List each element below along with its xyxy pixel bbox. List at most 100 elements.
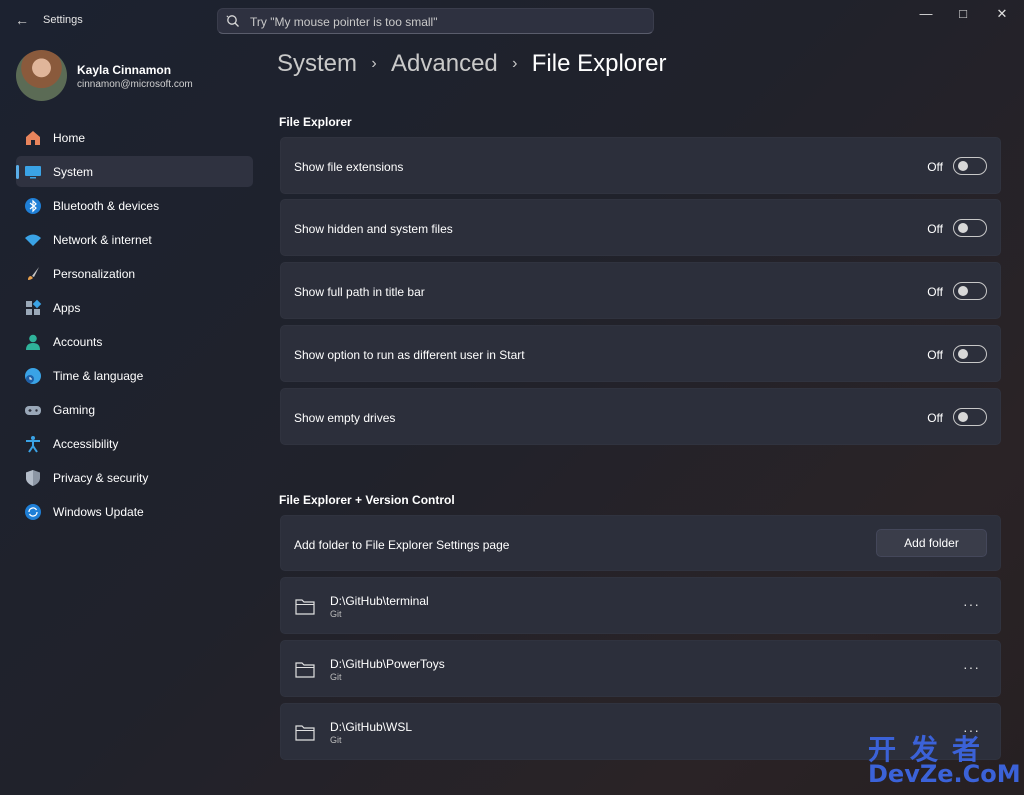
update-icon bbox=[25, 504, 41, 520]
setting-show-empty-drives: Show empty drives Off bbox=[280, 388, 1001, 445]
back-arrow-icon: ← bbox=[15, 12, 29, 28]
show-empty-drives-toggle[interactable] bbox=[953, 408, 987, 426]
show-file-extensions-toggle[interactable] bbox=[953, 157, 987, 175]
toggle-knob bbox=[958, 349, 968, 359]
globe-clock-icon bbox=[25, 368, 41, 384]
section-title-version-control: File Explorer + Version Control bbox=[279, 493, 455, 507]
wifi-icon bbox=[25, 234, 41, 246]
folder-path: D:\GitHub\terminal bbox=[330, 594, 429, 608]
folder-type: Git bbox=[330, 735, 342, 745]
shield-icon bbox=[26, 470, 40, 486]
sidebar-item-label: System bbox=[53, 165, 94, 179]
close-icon: ✕ bbox=[996, 6, 1008, 21]
sidebar-item-label: Privacy & security bbox=[53, 471, 149, 485]
setting-label: Show full path in title bar bbox=[294, 285, 425, 299]
sidebar-item-accessibility[interactable]: Accessibility bbox=[16, 428, 253, 459]
sidebar-item-label: Network & internet bbox=[53, 233, 152, 247]
breadcrumb-system[interactable]: System bbox=[277, 50, 357, 78]
run-as-different-user-toggle[interactable] bbox=[953, 345, 987, 363]
close-button[interactable]: ✕ bbox=[982, 4, 1022, 24]
accessibility-icon bbox=[26, 436, 40, 453]
toggle-state-label: Off bbox=[927, 411, 943, 425]
search-box[interactable]: Try "My mouse pointer is too small" bbox=[217, 8, 654, 34]
breadcrumb: System › Advanced › File Explorer bbox=[277, 50, 666, 82]
folder-path: D:\GitHub\PowerToys bbox=[330, 657, 445, 671]
breadcrumb-advanced[interactable]: Advanced bbox=[391, 50, 498, 78]
sidebar-item-label: Apps bbox=[53, 301, 81, 315]
watermark-en: DevZe.CoM bbox=[868, 760, 1021, 788]
sidebar-item-bluetooth[interactable]: Bluetooth & devices bbox=[16, 190, 253, 221]
folder-row-powertoys[interactable]: D:\GitHub\PowerToys Git ··· bbox=[280, 640, 1001, 697]
more-options-button[interactable]: ··· bbox=[963, 596, 980, 612]
sidebar-item-label: Accounts bbox=[53, 335, 103, 349]
app-title: Settings bbox=[43, 14, 83, 26]
user-profile[interactable]: Kayla Cinnamon cinnamon@microsoft.com bbox=[16, 50, 256, 102]
sidebar-item-label: Accessibility bbox=[53, 437, 119, 451]
chevron-right-icon: › bbox=[512, 55, 518, 72]
sidebar-item-time-language[interactable]: Time & language bbox=[16, 360, 253, 391]
folder-icon bbox=[295, 599, 315, 615]
toggle-state-label: Off bbox=[927, 222, 943, 236]
sidebar-item-windows-update[interactable]: Windows Update bbox=[16, 496, 253, 527]
monitor-icon bbox=[25, 166, 41, 179]
toggle-state-label: Off bbox=[927, 285, 943, 299]
sidebar-nav: Home System Bluetooth & devices Network … bbox=[16, 122, 253, 530]
show-full-path-toggle[interactable] bbox=[953, 282, 987, 300]
sidebar-item-gaming[interactable]: Gaming bbox=[16, 394, 253, 425]
add-folder-button[interactable]: Add folder bbox=[876, 529, 987, 557]
user-email: cinnamon@microsoft.com bbox=[77, 79, 193, 90]
folder-type: Git bbox=[330, 672, 342, 682]
brush-icon bbox=[28, 267, 39, 280]
title-bar: ← Settings Try "My mouse pointer is too … bbox=[0, 0, 1024, 40]
folder-path: D:\GitHub\WSL bbox=[330, 720, 413, 734]
section-title-file-explorer: File Explorer bbox=[279, 115, 352, 129]
gamepad-icon bbox=[25, 406, 41, 415]
page-title: File Explorer bbox=[531, 50, 667, 77]
more-options-button[interactable]: ··· bbox=[963, 659, 980, 675]
minimize-icon: — bbox=[919, 6, 933, 21]
toggle-state-label: Off bbox=[927, 160, 943, 174]
setting-show-full-path: Show full path in title bar Off bbox=[280, 262, 1001, 319]
sidebar-item-label: Time & language bbox=[53, 369, 144, 383]
sidebar-item-label: Personalization bbox=[53, 267, 136, 281]
toggle-knob bbox=[958, 412, 968, 422]
sidebar-item-accounts[interactable]: Accounts bbox=[16, 326, 253, 357]
sidebar-item-system[interactable]: System bbox=[16, 156, 253, 187]
person-icon bbox=[26, 334, 40, 350]
chevron-right-icon: › bbox=[371, 55, 377, 72]
setting-show-hidden-files: Show hidden and system files Off bbox=[280, 199, 1001, 256]
search-icon bbox=[226, 15, 239, 27]
add-folder-label: Add folder to File Explorer Settings pag… bbox=[294, 538, 510, 552]
setting-label: Show file extensions bbox=[294, 160, 404, 174]
setting-label: Show hidden and system files bbox=[294, 222, 453, 236]
sidebar-item-apps[interactable]: Apps bbox=[16, 292, 253, 323]
show-hidden-files-toggle[interactable] bbox=[953, 219, 987, 237]
folder-icon bbox=[295, 725, 315, 741]
sidebar-item-label: Gaming bbox=[53, 403, 96, 417]
toggle-knob bbox=[958, 223, 968, 233]
sidebar-item-privacy-security[interactable]: Privacy & security bbox=[16, 462, 253, 493]
add-folder-card: Add folder to File Explorer Settings pag… bbox=[280, 515, 1001, 571]
setting-label: Show empty drives bbox=[294, 411, 396, 425]
back-button[interactable]: ← bbox=[12, 10, 32, 30]
maximize-icon: □ bbox=[959, 6, 967, 21]
watermark-logo: 开发者 DevZe.CoM bbox=[866, 728, 1021, 788]
search-input[interactable]: Try "My mouse pointer is too small" bbox=[250, 15, 437, 29]
toggle-state-label: Off bbox=[927, 348, 943, 362]
setting-run-as-different-user: Show option to run as different user in … bbox=[280, 325, 1001, 382]
sidebar-item-home[interactable]: Home bbox=[16, 122, 253, 153]
setting-label: Show option to run as different user in … bbox=[294, 348, 525, 362]
sidebar-item-label: Home bbox=[53, 131, 86, 145]
setting-show-file-extensions: Show file extensions Off bbox=[280, 137, 1001, 194]
sidebar-item-network[interactable]: Network & internet bbox=[16, 224, 253, 255]
folder-row-terminal[interactable]: D:\GitHub\terminal Git ··· bbox=[280, 577, 1001, 634]
maximize-button[interactable]: □ bbox=[943, 4, 983, 24]
toggle-knob bbox=[958, 286, 968, 296]
folder-icon bbox=[295, 662, 315, 678]
avatar bbox=[16, 50, 67, 101]
toggle-knob bbox=[958, 161, 968, 171]
minimize-button[interactable]: — bbox=[906, 4, 946, 24]
user-name: Kayla Cinnamon bbox=[77, 63, 172, 77]
sidebar-item-personalization[interactable]: Personalization bbox=[16, 258, 253, 289]
bluetooth-icon bbox=[25, 198, 41, 214]
